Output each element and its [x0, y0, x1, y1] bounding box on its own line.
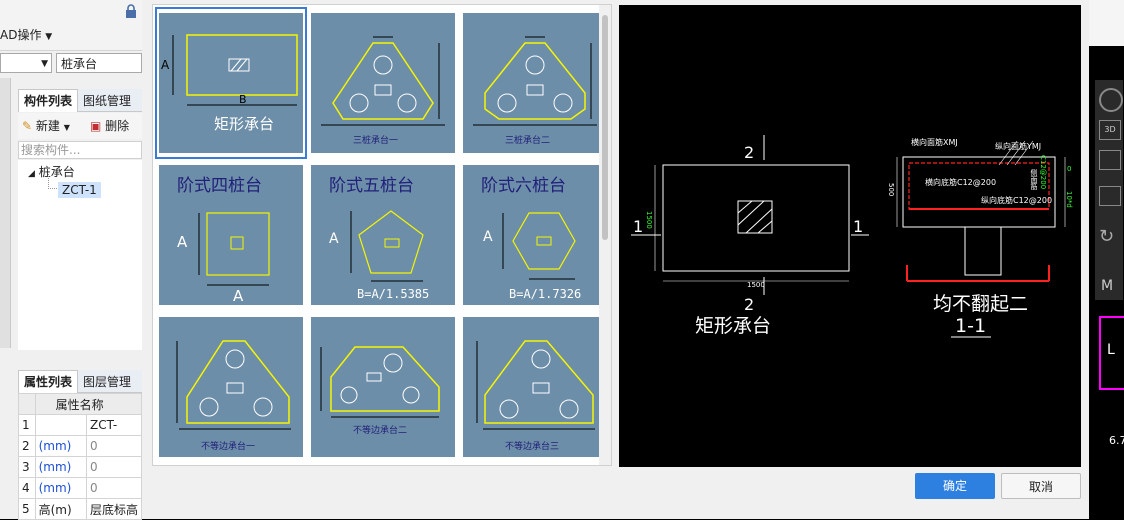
thumb-caption: 三桩承台二 [505, 136, 551, 146]
property-table: 属性名称 1 ZCT- 2 (mm) 0 3 (mm) 0 4 (mm) 0 5… [18, 393, 143, 520]
chevron-down-icon: ▼ [63, 123, 70, 132]
component-toolbar: ✎ 新建 ▼ ▣ 删除 [18, 113, 142, 139]
unequal-1-drawing [176, 340, 291, 430]
cube-icon[interactable] [1099, 186, 1121, 206]
table-row[interactable]: 5 高(m) 层底标高 [18, 498, 143, 520]
tab-component-list[interactable]: 构件列表 [18, 89, 79, 112]
thumb-unequal-3[interactable]: 不等边承台三 [459, 311, 611, 463]
axis-l-label: L [1107, 342, 1115, 358]
preview-section-title: 均不翻起二 [933, 293, 1029, 315]
tree-item-label: ZCT-1 [62, 183, 97, 197]
table-row[interactable]: 4 (mm) 0 [18, 477, 143, 499]
app-left-panel: AD操作 ▼ ▼ 桩承台 构件列表 图纸管理 ✎ 新建 ▼ ▣ 删除 搜索构件..… [0, 0, 143, 520]
property-tabs: 属性列表 图层管理 [18, 370, 142, 393]
table-row[interactable]: 1 ZCT- [18, 414, 143, 436]
pile-cap-shape-dialog: A B 矩形承台 三桩承台一 三桩承台二 阶式四桩台 A A 阶式五桩台 A B… [142, 0, 1089, 519]
chevron-down-icon: ▼ [41, 59, 48, 69]
left-vertical-scrollbar[interactable] [0, 78, 11, 348]
thumb-rect-cap[interactable]: A B 矩形承台 [155, 7, 307, 159]
floor-combo[interactable]: ▼ [0, 53, 52, 73]
search-component-input[interactable]: 搜索构件... [18, 141, 142, 159]
component-tabs: 构件列表 图纸管理 [18, 89, 142, 112]
view-m-label: M [1101, 278, 1114, 294]
table-row[interactable]: 3 (mm) 0 [18, 456, 143, 478]
cube-icon[interactable] [1099, 150, 1121, 170]
thumb-stepped-6[interactable]: 阶式六桩台 A B=A/1.7326 [459, 159, 611, 311]
thumb-caption: 不等边承台二 [353, 426, 408, 436]
top-toolbar: AD操作 ▼ [0, 0, 142, 51]
type-combo-value: 桩承台 [61, 57, 98, 71]
new-button-label: 新建 [35, 119, 60, 133]
cad-menu[interactable]: AD操作 ▼ [0, 26, 52, 44]
type-combo[interactable]: 桩承台 [56, 53, 142, 73]
shape-preview: 2 1 1 2 1500 1500 500 横向面筋XMJ 纵向面筋YMJ 横向… [619, 5, 1081, 467]
property-name-header: 属性名称 [34, 393, 143, 415]
orbit-icon[interactable] [1099, 88, 1123, 112]
search-placeholder: 搜索构件... [21, 143, 81, 157]
tree-connector [48, 174, 57, 189]
preview-section-name: 1-1 [955, 315, 987, 337]
thumb-caption: 不等边承台一 [201, 442, 256, 452]
tab-property-list[interactable]: 属性列表 [18, 370, 79, 393]
tree-item-zct-1[interactable]: ZCT-1 [58, 182, 101, 198]
thumb-unequal-1[interactable]: 不等边承台一 [155, 311, 307, 463]
ok-button[interactable]: 确定 [915, 473, 995, 499]
preview-title: 矩形承台 [695, 315, 772, 337]
thumb-three-pile-2[interactable]: 三桩承台二 [459, 7, 611, 159]
new-button[interactable]: ✎ 新建 ▼ [22, 118, 70, 134]
view-3d-icon[interactable]: 3D [1099, 120, 1121, 140]
delete-button[interactable]: ▣ 删除 [90, 118, 129, 134]
thumb-stepped-4[interactable]: 阶式四桩台 A A [155, 159, 307, 311]
property-table-header: 属性名称 [18, 393, 143, 415]
thumb-unequal-2[interactable]: 不等边承台二 [307, 311, 459, 463]
elevation-label: 6.7 [1109, 434, 1124, 447]
rotate-icon[interactable]: ↻ [1099, 226, 1114, 247]
preview-drawing [631, 135, 1066, 338]
scrollbar-thumb[interactable] [602, 15, 608, 240]
table-row[interactable]: 2 (mm) 0 [18, 435, 143, 457]
thumb-caption: 阶式六桩台 [481, 176, 566, 196]
tab-layer-manage[interactable]: 图层管理 [78, 371, 136, 393]
thumb-caption: 不等边承台三 [505, 442, 560, 452]
component-tree: ◢ 桩承台 ZCT-1 [18, 160, 142, 350]
tab-drawing-manage[interactable]: 图纸管理 [78, 90, 136, 112]
cad-menu-label: AD操作 [0, 28, 42, 42]
thumb-caption: 三桩承台一 [353, 136, 399, 146]
three-pile-2-drawing [473, 36, 597, 126]
thumbnail-scrollbar[interactable] [599, 5, 611, 465]
unequal-2-drawing [320, 346, 440, 418]
thumb-caption: 阶式五桩台 [329, 176, 414, 196]
chevron-down-icon: ▼ [45, 32, 53, 42]
thumb-caption: 阶式四桩台 [177, 176, 262, 196]
cad-toolbar-top [1089, 0, 1124, 46]
delete-icon: ▣ [90, 119, 102, 133]
cancel-button[interactable]: 取消 [1001, 473, 1081, 499]
thumb-three-pile-1[interactable]: 三桩承台一 [307, 7, 459, 159]
unequal-3-drawing [476, 340, 595, 430]
thumbnail-grid: A B 矩形承台 三桩承台一 三桩承台二 阶式四桩台 A A 阶式五桩台 A B… [152, 4, 612, 466]
view-cube-toolbar: 3D ↻ M [1095, 80, 1123, 300]
delete-button-label: 删除 [105, 119, 130, 133]
thumb-stepped-5[interactable]: 阶式五桩台 A B=A/1.5385 [307, 159, 459, 311]
cad-right-strip: 3D ↻ M L 6.7 [1089, 0, 1124, 519]
lock-icon[interactable] [125, 4, 137, 18]
new-icon: ✎ [22, 119, 33, 133]
thumb-caption: 矩形承台 [214, 115, 275, 133]
three-pile-1-drawing [321, 36, 445, 126]
collapse-icon: ◢ [28, 169, 35, 179]
